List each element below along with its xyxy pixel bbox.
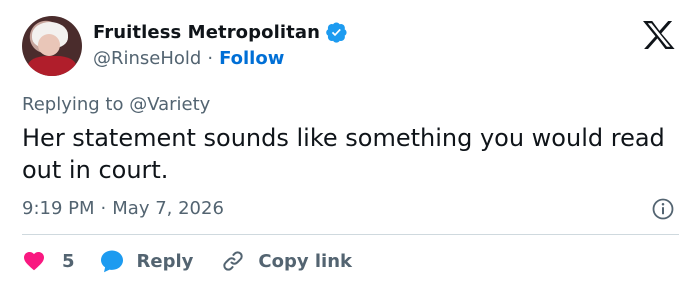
author-handle-row: @RinseHold · Follow xyxy=(93,48,284,69)
reply-bubble-icon xyxy=(100,250,123,273)
verified-badge-icon xyxy=(326,22,347,43)
follow-button[interactable]: Follow xyxy=(219,48,284,69)
timestamp-separator: · xyxy=(100,198,107,219)
x-logo-icon[interactable] xyxy=(641,20,677,50)
reply-button[interactable]: Reply xyxy=(99,248,194,274)
author-handle[interactable]: @RinseHold xyxy=(93,48,201,69)
info-icon[interactable] xyxy=(651,197,675,221)
avatar-face xyxy=(38,34,60,56)
heart-icon xyxy=(24,252,44,271)
copy-link-button[interactable]: Copy link xyxy=(221,249,352,273)
avatar-dress xyxy=(28,56,76,76)
action-bar: 5 Reply Copy link xyxy=(22,246,352,276)
divider xyxy=(22,234,679,235)
like-button[interactable]: 5 xyxy=(22,249,75,273)
handle-separator: · xyxy=(207,48,214,69)
reply-context: Replying to @Variety xyxy=(22,94,211,115)
author-name-row: Fruitless Metropolitan xyxy=(93,22,347,43)
tweet-time[interactable]: 9:19 PM xyxy=(22,198,95,219)
tweet-date[interactable]: May 7, 2026 xyxy=(112,198,224,219)
copy-link-label: Copy link xyxy=(258,250,352,272)
tweet-timestamp[interactable]: 9:19 PM · May 7, 2026 xyxy=(22,198,224,219)
link-icon xyxy=(223,251,244,271)
author-avatar[interactable] xyxy=(22,16,82,76)
tweet-text: Her statement sounds like something you … xyxy=(22,124,665,184)
like-count: 5 xyxy=(62,250,75,272)
reply-label: Reply xyxy=(136,250,194,272)
author-display-name[interactable]: Fruitless Metropolitan xyxy=(93,22,320,43)
